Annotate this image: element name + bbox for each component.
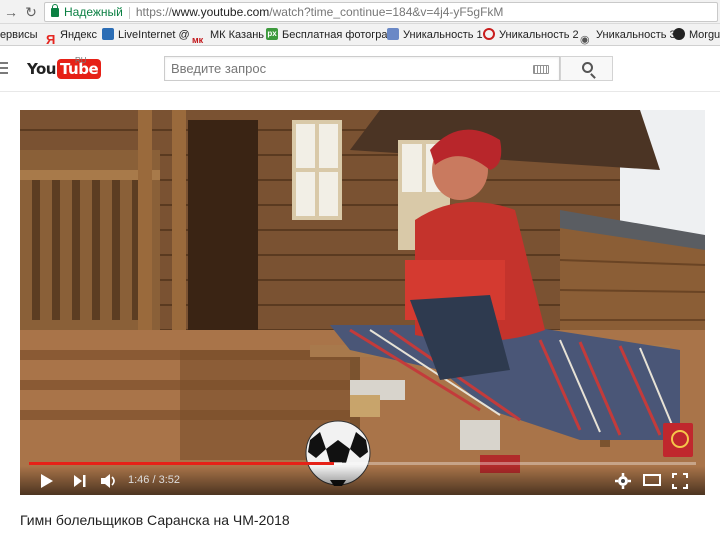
- theater-mode-icon[interactable]: [643, 473, 661, 487]
- next-icon[interactable]: [73, 473, 87, 489]
- search-button[interactable]: [560, 56, 613, 81]
- address-bar-row: → ↻ Надежный https://www.youtube.com/watc…: [0, 0, 720, 24]
- url-host: www.youtube.com: [171, 5, 270, 19]
- bookmark-label: Morgu: [689, 29, 720, 41]
- forward-icon[interactable]: →: [2, 3, 20, 21]
- bookmark-yandex[interactable]: Я Яндекс: [46, 24, 97, 46]
- fifa-watermark-icon: [663, 423, 693, 457]
- bookmark-label: Сервисы: [0, 29, 38, 41]
- bookmark-services[interactable]: Сервисы: [0, 24, 38, 45]
- bookmark-mk-kazan[interactable]: мк МК Казань: [192, 24, 264, 46]
- bookmark-label: Бесплатная фотогра: [282, 29, 388, 41]
- bookmark-label: Яндекс: [60, 29, 97, 41]
- url-path: /watch?time_continue=184&v=4j4-yF5gFkM: [269, 5, 504, 19]
- bookmark-label: Уникальность 3: [596, 29, 676, 41]
- bookmark-label: LiveInternet @: [118, 29, 190, 41]
- search-input[interactable]: Введите запрос: [164, 56, 560, 81]
- menu-icon[interactable]: [0, 62, 8, 74]
- secure-label: Надежный: [64, 5, 123, 19]
- bookmark-label: Уникальность 2: [499, 29, 579, 41]
- bookmark-label: МК Казань: [210, 29, 264, 41]
- player-controls: 1:46 / 3:52: [20, 466, 705, 495]
- progress-bar[interactable]: [29, 462, 696, 465]
- bookmark-uniqueness-1[interactable]: Уникальность 1: [387, 24, 483, 45]
- liveinternet-icon: [102, 28, 114, 41]
- youtube-header: You Tube RU Введите запрос: [0, 46, 720, 92]
- url-prefix: https://: [135, 5, 172, 19]
- youtube-logo[interactable]: You Tube RU: [27, 56, 102, 79]
- fullscreen-icon[interactable]: [672, 473, 688, 489]
- lock-icon: [51, 4, 59, 17]
- video-title: Гимн болельщиков Саранска на ЧМ-2018: [20, 512, 290, 528]
- px-icon: px: [266, 28, 278, 41]
- bookmarks-bar: Сервисы Я Яндекс LiveInternet @ мк МК Каза…: [0, 24, 720, 46]
- search-placeholder: Введите запрос: [171, 61, 267, 76]
- logo-you-text: You: [27, 60, 56, 78]
- progress-fill: [29, 462, 334, 465]
- mk-icon: мк: [192, 35, 204, 46]
- video-frame: [20, 110, 705, 495]
- url-bar[interactable]: Надежный https://www.youtube.com/watch?ti…: [44, 2, 718, 22]
- copyright-icon: [483, 28, 495, 41]
- time-text: 1:46 / 3:52: [128, 474, 180, 486]
- page-icon: [387, 28, 399, 41]
- bookmark-uniqueness-3[interactable]: ◉ Уникальность 3: [580, 24, 676, 46]
- reload-icon[interactable]: ↻: [22, 3, 40, 21]
- search-icon: [582, 62, 593, 73]
- keyboard-icon[interactable]: [533, 65, 549, 74]
- play-icon[interactable]: [40, 473, 54, 489]
- bookmark-label: Уникальность 1: [403, 29, 483, 41]
- volume-icon[interactable]: [100, 473, 118, 489]
- settings-gear-icon[interactable]: [615, 473, 631, 489]
- logo-region: RU: [75, 56, 87, 65]
- video-player[interactable]: 1:46 / 3:52: [20, 110, 705, 495]
- yandex-icon: Я: [46, 32, 56, 46]
- bookmark-free-photo[interactable]: px Бесплатная фотогра: [266, 24, 388, 45]
- bookmark-uniqueness-2[interactable]: Уникальность 2: [483, 24, 579, 45]
- eye-icon: ◉: [580, 34, 590, 46]
- time-display: 1:46 / 3:52: [128, 474, 180, 486]
- bookmark-liveinternet[interactable]: LiveInternet @: [102, 24, 190, 45]
- bookmark-morgu[interactable]: Morgu: [673, 24, 720, 45]
- m-icon: [673, 28, 685, 41]
